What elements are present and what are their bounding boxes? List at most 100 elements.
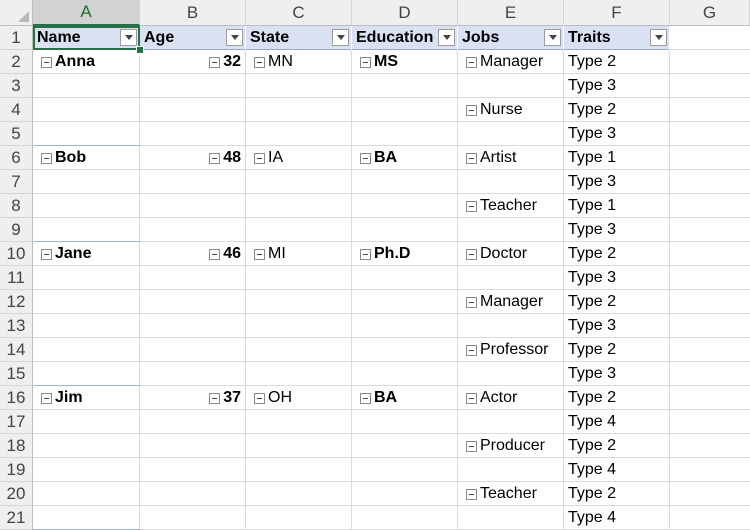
age-cell[interactable]: 48: [140, 146, 241, 170]
trait-cell[interactable]: Type 1: [568, 146, 616, 170]
education-cell[interactable]: Ph.D: [360, 242, 410, 266]
row-header-20[interactable]: 20: [0, 482, 33, 506]
row-header-19[interactable]: 19: [0, 458, 33, 482]
name-cell[interactable]: Jim: [41, 386, 83, 410]
collapse-icon[interactable]: [360, 56, 371, 68]
collapse-icon[interactable]: [254, 392, 265, 404]
column-header-c[interactable]: C: [246, 0, 352, 26]
job-cell[interactable]: Nurse: [466, 98, 523, 122]
header-cell-state[interactable]: State: [246, 26, 352, 50]
education-cell[interactable]: MS: [360, 50, 398, 74]
header-cell-traits[interactable]: Traits: [564, 26, 670, 50]
column-header-f[interactable]: F: [564, 0, 670, 26]
collapse-icon[interactable]: [466, 392, 477, 404]
job-cell[interactable]: Manager: [466, 50, 543, 74]
trait-cell[interactable]: Type 3: [568, 314, 616, 338]
collapse-icon[interactable]: [254, 152, 265, 164]
column-header-e[interactable]: E: [458, 0, 564, 26]
row-header-6[interactable]: 6: [0, 146, 33, 170]
collapse-icon[interactable]: [209, 152, 221, 164]
trait-cell[interactable]: Type 2: [568, 482, 616, 506]
collapse-icon[interactable]: [466, 56, 477, 68]
filter-dropdown-education-button[interactable]: [438, 29, 455, 46]
job-cell[interactable]: Doctor: [466, 242, 527, 266]
state-cell[interactable]: MN: [254, 50, 293, 74]
name-cell[interactable]: Anna: [41, 50, 95, 74]
collapse-icon[interactable]: [466, 440, 477, 452]
collapse-icon[interactable]: [466, 152, 477, 164]
row-header-10[interactable]: 10: [0, 242, 33, 266]
filter-dropdown-state-button[interactable]: [332, 29, 349, 46]
state-cell[interactable]: MI: [254, 242, 286, 266]
row-header-14[interactable]: 14: [0, 338, 33, 362]
trait-cell[interactable]: Type 2: [568, 242, 616, 266]
header-cell-jobs[interactable]: Jobs: [458, 26, 564, 50]
collapse-icon[interactable]: [466, 296, 477, 308]
name-cell[interactable]: Jane: [41, 242, 91, 266]
collapse-icon[interactable]: [254, 56, 265, 68]
row-header-3[interactable]: 3: [0, 74, 33, 98]
job-cell[interactable]: Producer: [466, 434, 545, 458]
row-header-18[interactable]: 18: [0, 434, 33, 458]
trait-cell[interactable]: Type 3: [568, 170, 616, 194]
trait-cell[interactable]: Type 3: [568, 362, 616, 386]
row-header-17[interactable]: 17: [0, 410, 33, 434]
job-cell[interactable]: Manager: [466, 290, 543, 314]
spreadsheet-grid[interactable]: ABCDEFG 1 2 3 4 5 6 7 8 9 10 11 12 13 14 15 16 17 18 19 20 2…: [0, 0, 750, 530]
trait-cell[interactable]: Type 1: [568, 194, 616, 218]
trait-cell[interactable]: Type 4: [568, 458, 616, 482]
trait-cell[interactable]: Type 2: [568, 98, 616, 122]
select-all-corner[interactable]: [0, 0, 33, 26]
job-cell[interactable]: Professor: [466, 338, 548, 362]
collapse-icon[interactable]: [466, 344, 477, 356]
collapse-icon[interactable]: [360, 248, 371, 260]
column-header-a[interactable]: A: [33, 0, 140, 26]
trait-cell[interactable]: Type 2: [568, 386, 616, 410]
collapse-icon[interactable]: [360, 392, 371, 404]
collapse-icon[interactable]: [209, 56, 221, 68]
row-header-4[interactable]: 4: [0, 98, 33, 122]
education-cell[interactable]: BA: [360, 386, 397, 410]
collapse-icon[interactable]: [254, 248, 265, 260]
job-cell[interactable]: Teacher: [466, 194, 537, 218]
header-cell-age[interactable]: Age: [140, 26, 246, 50]
header-cell-education[interactable]: Education: [352, 26, 458, 50]
row-header-7[interactable]: 7: [0, 170, 33, 194]
row-header-11[interactable]: 11: [0, 266, 33, 290]
state-cell[interactable]: OH: [254, 386, 292, 410]
trait-cell[interactable]: Type 2: [568, 434, 616, 458]
row-header-2[interactable]: 2: [0, 50, 33, 74]
name-cell[interactable]: Bob: [41, 146, 86, 170]
collapse-icon[interactable]: [209, 248, 221, 260]
fill-handle[interactable]: [136, 46, 144, 54]
row-header-5[interactable]: 5: [0, 122, 33, 146]
education-cell[interactable]: BA: [360, 146, 397, 170]
filter-dropdown-age-button[interactable]: [226, 29, 243, 46]
collapse-icon[interactable]: [41, 152, 52, 164]
filter-dropdown-traits-button[interactable]: [650, 29, 667, 46]
age-cell[interactable]: 46: [140, 242, 241, 266]
trait-cell[interactable]: Type 3: [568, 218, 616, 242]
job-cell[interactable]: Teacher: [466, 482, 537, 506]
trait-cell[interactable]: Type 3: [568, 122, 616, 146]
job-cell[interactable]: Artist: [466, 146, 516, 170]
trait-cell[interactable]: Type 2: [568, 338, 616, 362]
row-header-16[interactable]: 16: [0, 386, 33, 410]
column-header-d[interactable]: D: [352, 0, 458, 26]
collapse-icon[interactable]: [466, 104, 477, 116]
row-header-21[interactable]: 21: [0, 506, 33, 530]
collapse-icon[interactable]: [209, 392, 221, 404]
collapse-icon[interactable]: [41, 248, 52, 260]
collapse-icon[interactable]: [41, 56, 52, 68]
trait-cell[interactable]: Type 4: [568, 410, 616, 434]
trait-cell[interactable]: Type 3: [568, 266, 616, 290]
row-header-9[interactable]: 9: [0, 218, 33, 242]
row-header-15[interactable]: 15: [0, 362, 33, 386]
column-header-g[interactable]: G: [670, 0, 750, 26]
trait-cell[interactable]: Type 2: [568, 50, 616, 74]
collapse-icon[interactable]: [466, 248, 477, 260]
collapse-icon[interactable]: [360, 152, 371, 164]
age-cell[interactable]: 37: [140, 386, 241, 410]
collapse-icon[interactable]: [466, 488, 477, 500]
age-cell[interactable]: 32: [140, 50, 241, 74]
